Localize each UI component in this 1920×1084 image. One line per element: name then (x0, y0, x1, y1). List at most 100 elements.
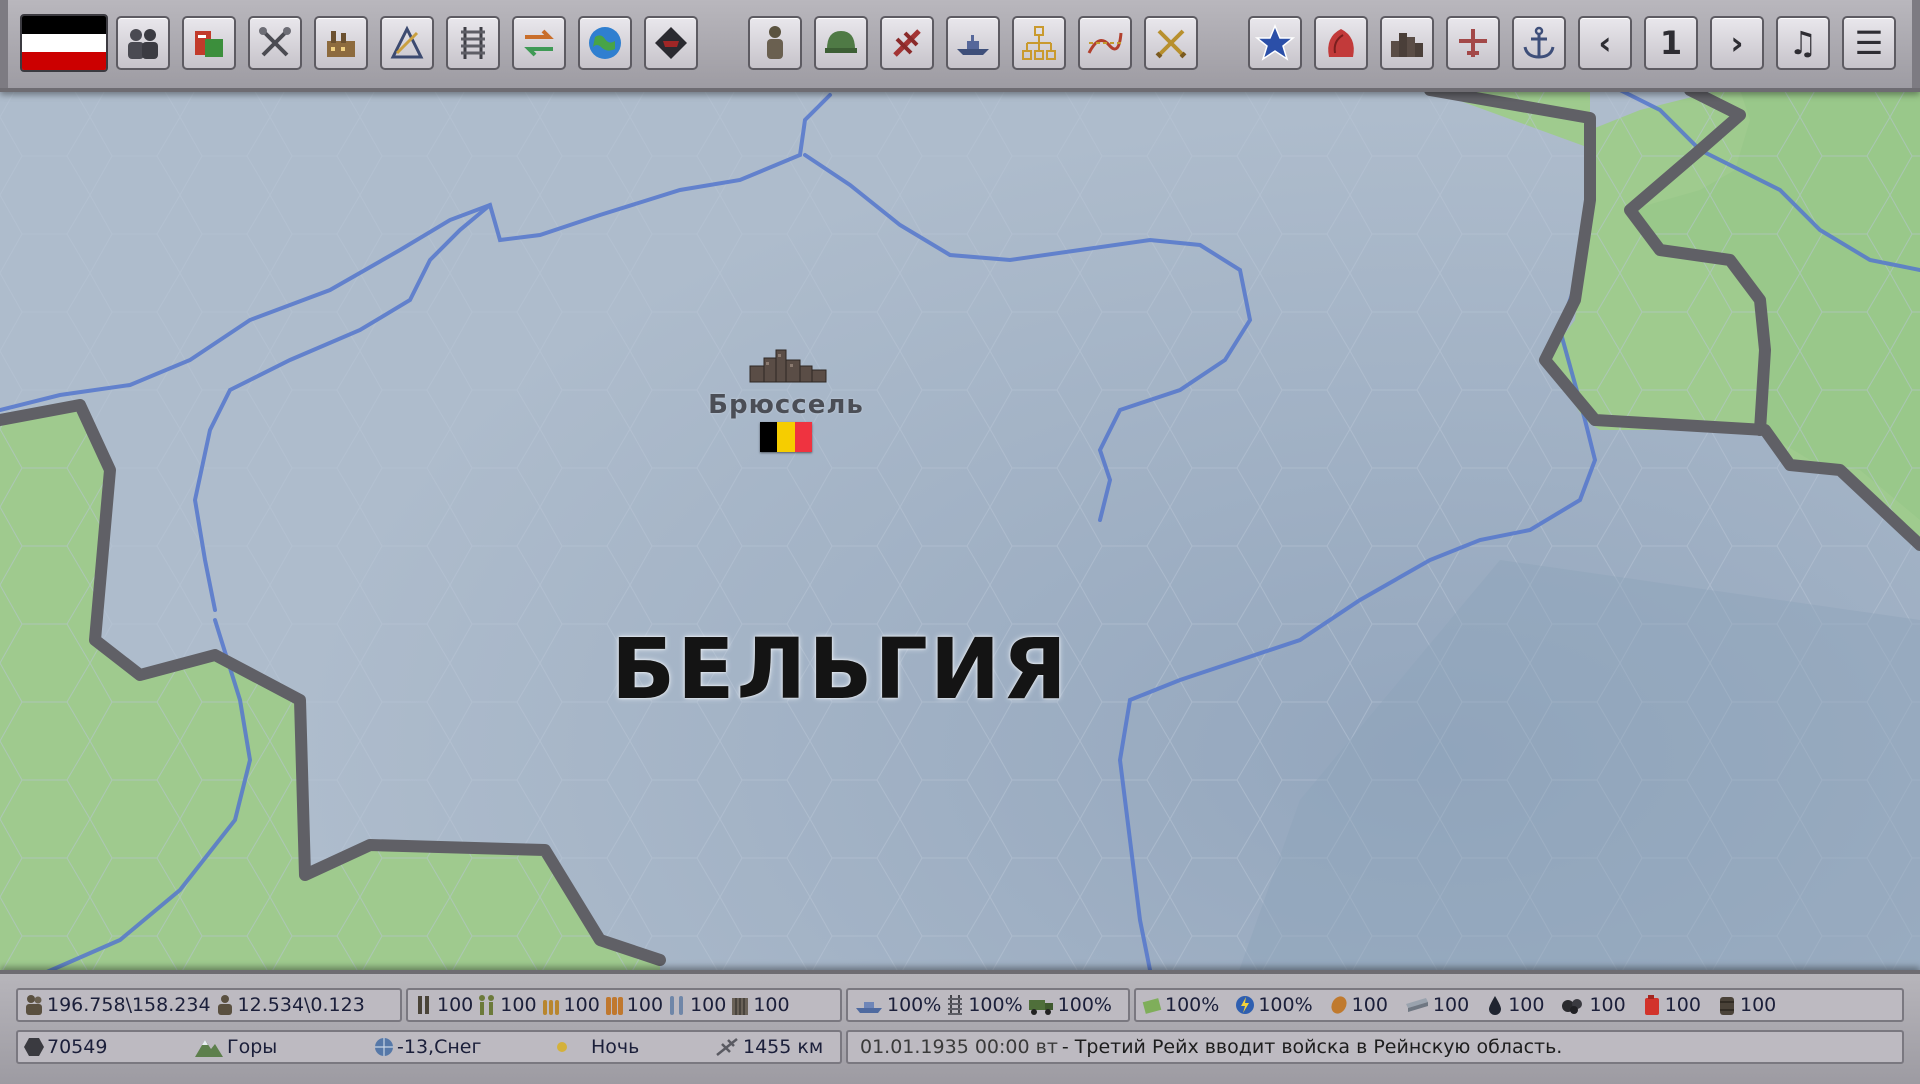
coal-value: 100 (1589, 994, 1626, 1016)
weather-globe-icon (375, 1038, 393, 1056)
bottom-status-bar: 196.758\158.234 12.534\0.123 100 100 100… (0, 970, 1920, 1084)
research-button[interactable] (248, 16, 302, 70)
railway-button[interactable] (446, 16, 500, 70)
railway-icon (461, 27, 485, 59)
hex-info-panel[interactable]: 70549 Горы -13,Снег Ночь 1455 км (16, 1030, 842, 1064)
soldiers-icon (479, 995, 495, 1015)
army-button[interactable] (748, 16, 802, 70)
rail-icon (948, 995, 963, 1015)
diplomacy-icon (589, 27, 621, 59)
belgium-flag-icon (760, 422, 812, 452)
weather-value: -13,Снег (397, 1036, 482, 1058)
air-force-button[interactable] (880, 16, 934, 70)
event-date: 01.01.1935 00:00 вт (860, 1036, 1058, 1058)
cities-icon (1391, 33, 1423, 57)
page-number: 1 (1659, 24, 1683, 62)
food-value: 100 (1351, 994, 1388, 1016)
industry-button[interactable] (314, 16, 368, 70)
port-anchor-icon (1523, 26, 1555, 59)
navy-button[interactable] (946, 16, 1000, 70)
money-icon (1142, 998, 1162, 1014)
army-icon (767, 26, 783, 59)
distance-plane-icon (716, 1038, 738, 1056)
command-structure-button[interactable] (1012, 16, 1066, 70)
manpower-icon (26, 995, 42, 1015)
world-map[interactable] (0, 0, 1920, 1080)
prev-page-button[interactable]: ‹ (1578, 16, 1632, 70)
generals-star-icon (1255, 24, 1295, 61)
music-note-icon: ♫ (1788, 24, 1818, 62)
ship-icon (856, 1002, 882, 1013)
page-number-button[interactable]: 1 (1644, 16, 1698, 70)
rifle-value: 100 (437, 994, 474, 1016)
navy-icon (957, 35, 989, 55)
cities-button[interactable] (1380, 16, 1434, 70)
air-force-icon (893, 29, 921, 57)
top-toolbar: ‹ 1 › ♫ ☰ (0, 0, 1920, 92)
politics-icon (128, 29, 158, 59)
reserves-icon (217, 995, 232, 1015)
soldiers-value: 100 (500, 994, 537, 1016)
hex-id-value: 70549 (47, 1036, 108, 1058)
trade-button[interactable] (512, 16, 566, 70)
event-text: - Третий Рейх вводит войска в Рейнскую о… (1061, 1036, 1563, 1058)
shells-icon (670, 996, 684, 1015)
rifle-icon (418, 996, 429, 1014)
steel-icon (1405, 998, 1428, 1012)
terrain-value: Горы (227, 1036, 278, 1058)
main-menu-button[interactable]: ☰ (1842, 16, 1896, 70)
reserves-value: 12.534\0.123 (237, 994, 365, 1016)
next-page-button[interactable]: › (1710, 16, 1764, 70)
construction-button[interactable] (380, 16, 434, 70)
distance-value: 1455 км (743, 1036, 824, 1058)
money-value: 100% (1165, 994, 1220, 1016)
construction-icon (390, 25, 424, 59)
barrels-icon (1719, 997, 1734, 1015)
ship-value: 100% (887, 994, 942, 1016)
battles-button[interactable] (1144, 16, 1198, 70)
ammo-small-value: 100 (563, 994, 600, 1016)
industry-icon (327, 31, 355, 57)
supply-routes-button[interactable] (1078, 16, 1132, 70)
ammo-large-value: 100 (626, 994, 664, 1016)
barrels-value: 100 (1739, 994, 1777, 1016)
equipment-panel[interactable]: 100 100 100 100 100 100 (406, 988, 842, 1022)
infantry-helmet-icon (825, 31, 857, 53)
intelligence-button[interactable] (644, 16, 698, 70)
generals-button[interactable] (1248, 16, 1302, 70)
resources-panel[interactable]: 100% 100% 100 100 100 100 100 100 (1134, 988, 1904, 1022)
ammo-small-icon (542, 1000, 559, 1015)
city-name-brussels[interactable]: Брюссель (686, 390, 886, 420)
chevron-right-icon: › (1730, 24, 1744, 62)
battles-icon (1155, 29, 1187, 59)
airport-icon (1459, 29, 1487, 57)
command-structure-icon (1022, 26, 1056, 60)
player-country-flag-button[interactable] (20, 14, 108, 72)
energy-value: 100% (1258, 994, 1313, 1016)
hamburger-menu-icon: ☰ (1854, 24, 1884, 62)
resources-icon (1328, 29, 1354, 57)
infantry-button[interactable] (814, 16, 868, 70)
hex-id-icon (24, 1038, 44, 1056)
port-button[interactable] (1512, 16, 1566, 70)
truck-value: 100% (1057, 994, 1112, 1016)
manpower-panel[interactable]: 196.758\158.234 12.534\0.123 (16, 988, 402, 1022)
food-icon (1331, 996, 1347, 1014)
logistics-panel[interactable]: 100% 100% 100% (846, 988, 1130, 1022)
steel-value: 100 (1432, 994, 1470, 1016)
event-log-panel[interactable]: 01.01.1935 00:00 вт - Третий Рейх вводит… (846, 1030, 1904, 1064)
time-of-day-value: Ночь (591, 1036, 640, 1058)
politics-button[interactable] (116, 16, 170, 70)
city-buildings-icon[interactable] (740, 336, 840, 396)
airport-button[interactable] (1446, 16, 1500, 70)
diplomacy-button[interactable] (578, 16, 632, 70)
resources-button[interactable] (1314, 16, 1368, 70)
production-button[interactable] (182, 16, 236, 70)
shells-value: 100 (690, 994, 727, 1016)
country-name-label: БЕЛЬГИЯ (611, 620, 1069, 718)
music-button[interactable]: ♫ (1776, 16, 1830, 70)
supply-routes-icon (1087, 32, 1123, 54)
sun-moon-icon (557, 1039, 580, 1055)
supply-crates-value: 100 (753, 994, 790, 1016)
research-icon (259, 27, 291, 57)
